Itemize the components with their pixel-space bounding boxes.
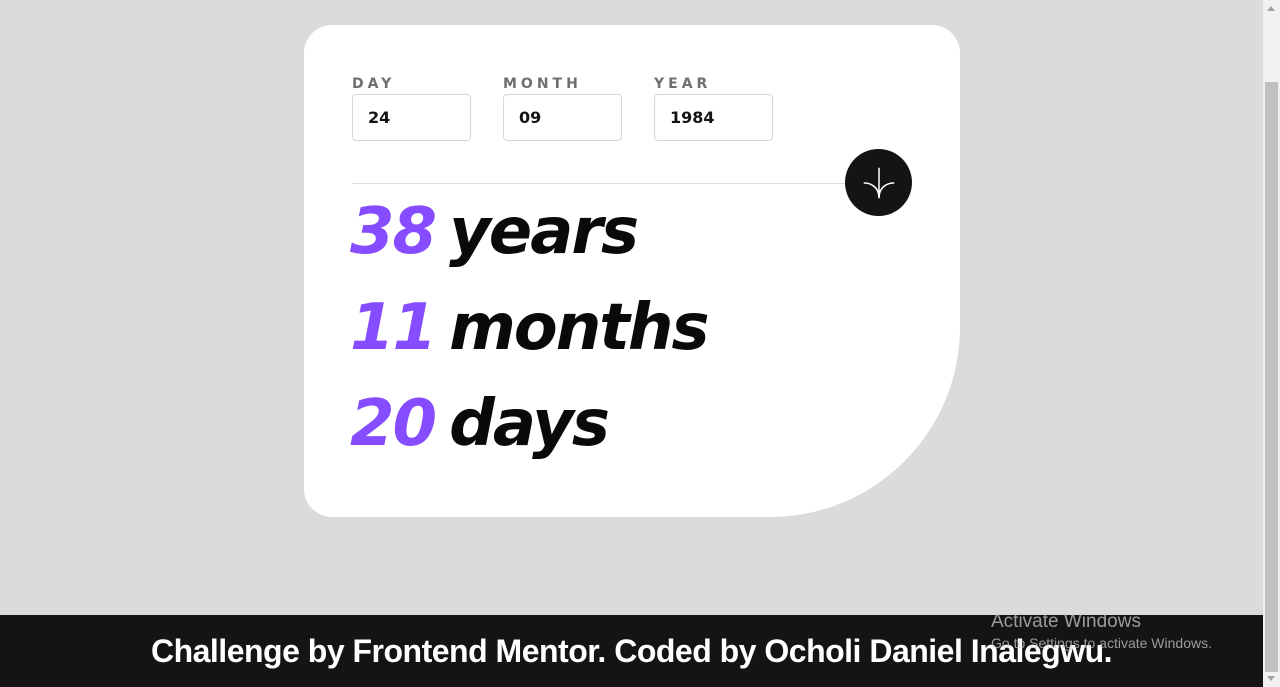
month-field: MONTH xyxy=(503,75,622,141)
months-value: 11 xyxy=(350,291,437,365)
month-input[interactable] xyxy=(503,94,622,141)
footer-attribution: Challenge by Frontend Mentor. Coded by O… xyxy=(150,632,1113,669)
days-unit: days xyxy=(449,387,610,461)
month-label: MONTH xyxy=(503,76,582,92)
months-unit: months xyxy=(449,291,709,365)
calculate-button[interactable] xyxy=(845,149,912,216)
years-unit: years xyxy=(449,195,639,269)
days-value: 20 xyxy=(350,387,437,461)
date-input-group: DAY MONTH YEAR xyxy=(352,75,805,141)
page: DAY MONTH YEAR 38years xyxy=(0,0,1280,687)
footer: Challenge by Frontend Mentor. Coded by O… xyxy=(0,615,1263,687)
vertical-scrollbar[interactable] xyxy=(1263,0,1280,687)
scroll-down-arrow-icon[interactable] xyxy=(1267,676,1275,681)
scroll-up-arrow-icon[interactable] xyxy=(1267,6,1275,11)
year-field: YEAR xyxy=(654,75,773,141)
arrow-down-icon xyxy=(863,167,894,198)
days-result: 20 days xyxy=(350,379,708,475)
years-value: 38 xyxy=(350,195,437,269)
age-calculator-card: DAY MONTH YEAR 38years xyxy=(304,25,960,517)
year-label: YEAR xyxy=(654,76,712,92)
day-label: DAY xyxy=(352,76,396,92)
year-input[interactable] xyxy=(654,94,773,141)
day-field: DAY xyxy=(352,75,471,141)
scrollbar-thumb[interactable] xyxy=(1265,82,1278,672)
day-input[interactable] xyxy=(352,94,471,141)
years-result: 38 years xyxy=(350,187,708,283)
results: 38 years 11 months 20 days xyxy=(350,187,710,475)
months-result: 11 months xyxy=(350,283,710,379)
divider xyxy=(352,183,912,184)
